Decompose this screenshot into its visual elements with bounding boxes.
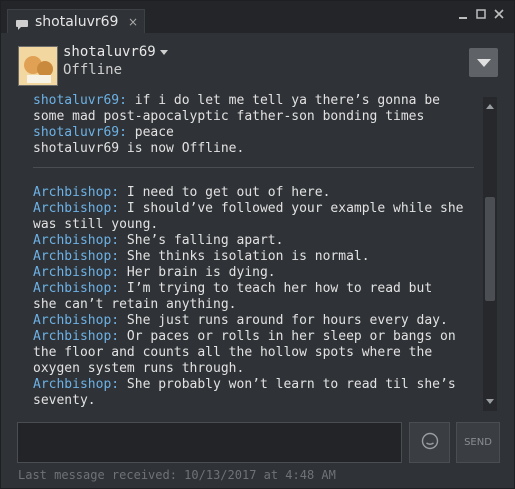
sender-name[interactable]: shotaluvr69: — [33, 125, 127, 140]
message-text: She probably won’t learn to read til she… — [119, 377, 456, 392]
message-text: Or paces or rolls in her sleep or bangs … — [119, 329, 456, 344]
message-text: seventy. — [33, 393, 96, 408]
window-controls — [456, 7, 506, 21]
message-text: she can’t retain anything. — [33, 297, 237, 312]
sender-name[interactable]: Archbishop: — [33, 233, 119, 248]
smiley-icon — [421, 432, 439, 454]
chat-line: Archbishop: She probably won’t learn to … — [33, 377, 456, 393]
message-text: Her brain is dying. — [119, 265, 276, 280]
chat-line: Archbishop: I need to get out of here. — [33, 185, 330, 201]
chat-line: shotaluvr69: if i do let me tell ya ther… — [33, 93, 440, 109]
message-text: She thinks isolation is normal. — [119, 249, 370, 264]
chat-line: Archbishop: Her brain is dying. — [33, 265, 276, 281]
last-message-footer: Last message received: 10/13/2017 at 4:4… — [18, 468, 336, 482]
message-text: shotaluvr69 is now Offline. — [33, 141, 245, 156]
message-text: She just runs around for hours every day… — [119, 313, 448, 328]
close-icon[interactable] — [492, 7, 506, 21]
tab-chat[interactable]: shotaluvr69 × — [7, 9, 145, 33]
chat-line: Archbishop: She’s falling apart. — [33, 233, 283, 249]
sender-name[interactable]: Archbishop: — [33, 313, 119, 328]
chevron-down-icon — [159, 44, 168, 60]
message-text: if i do let me tell ya there’s gonna be — [126, 93, 440, 108]
send-button[interactable]: SEND — [456, 422, 500, 463]
chat-scrollbar[interactable] — [483, 97, 497, 411]
sender-name[interactable]: shotaluvr69: — [33, 93, 127, 108]
scroll-up-icon[interactable] — [485, 101, 495, 111]
message-text: peace — [126, 125, 174, 140]
sender-name[interactable]: Archbishop: — [33, 265, 119, 280]
chat-line: Archbishop: I should’ve followed your ex… — [33, 201, 463, 217]
message-input[interactable] — [17, 422, 402, 463]
sender-name[interactable]: Archbishop: — [33, 281, 119, 296]
friend-status: Offline — [63, 62, 123, 78]
chat-log: shotaluvr69: if i do let me tell ya ther… — [17, 93, 480, 411]
minimize-icon[interactable] — [456, 7, 470, 21]
avatar[interactable] — [18, 46, 58, 86]
divider — [33, 167, 474, 168]
chat-line: Archbishop: She just runs around for hou… — [33, 313, 448, 329]
message-text: I should’ve followed your example while … — [119, 201, 464, 216]
friend-name[interactable]: shotaluvr69 — [63, 44, 168, 60]
maximize-icon[interactable] — [474, 7, 488, 21]
tab-close-icon[interactable]: × — [128, 15, 138, 29]
friend-header: shotaluvr69 Offline — [1, 33, 514, 93]
sender-name[interactable]: Archbishop: — [33, 377, 119, 392]
message-text: oxygen system runs through. — [33, 361, 245, 376]
chat-line: was still young. — [33, 217, 158, 233]
message-text: She’s falling apart. — [119, 233, 284, 248]
emoticon-button[interactable] — [409, 422, 450, 463]
tab-bar: shotaluvr69 × — [1, 1, 514, 33]
chat-line: the floor and counts all the hollow spot… — [33, 345, 432, 361]
chat-line: some mad post-apocalyptic father-son bon… — [33, 109, 424, 125]
message-text: I’m trying to teach her how to read but — [119, 281, 433, 296]
message-text: the floor and counts all the hollow spot… — [33, 345, 433, 360]
chat-window: shotaluvr69 × shotaluvr69 Offline shotal… — [0, 0, 515, 489]
sender-name[interactable]: Archbishop: — [33, 329, 119, 344]
friend-name-label: shotaluvr69 — [63, 44, 156, 60]
chat-line: she can’t retain anything. — [33, 297, 237, 313]
chat-line: shotaluvr69: peace — [33, 125, 174, 141]
chat-line: Archbishop: I’m trying to teach her how … — [33, 281, 432, 297]
message-text: was still young. — [33, 217, 159, 232]
chat-menu-button[interactable] — [469, 48, 498, 77]
chat-line: seventy. — [33, 393, 96, 409]
message-text: some mad post-apocalyptic father-son bon… — [33, 109, 425, 124]
scroll-thumb[interactable] — [485, 197, 495, 301]
sender-name[interactable]: Archbishop: — [33, 249, 119, 264]
chat-bubble-icon — [15, 16, 29, 30]
scroll-down-icon[interactable] — [485, 397, 495, 407]
sender-name[interactable]: Archbishop: — [33, 201, 119, 216]
message-text: I need to get out of here. — [119, 185, 331, 200]
tab-label: shotaluvr69 — [35, 13, 119, 30]
sender-name[interactable]: Archbishop: — [33, 185, 119, 200]
chat-line: oxygen system runs through. — [33, 361, 244, 377]
chat-line: Archbishop: Or paces or rolls in her sle… — [33, 329, 456, 345]
chat-line: shotaluvr69 is now Offline. — [33, 141, 244, 157]
chat-line: Archbishop: She thinks isolation is norm… — [33, 249, 370, 265]
dropdown-arrow-icon — [476, 53, 491, 72]
